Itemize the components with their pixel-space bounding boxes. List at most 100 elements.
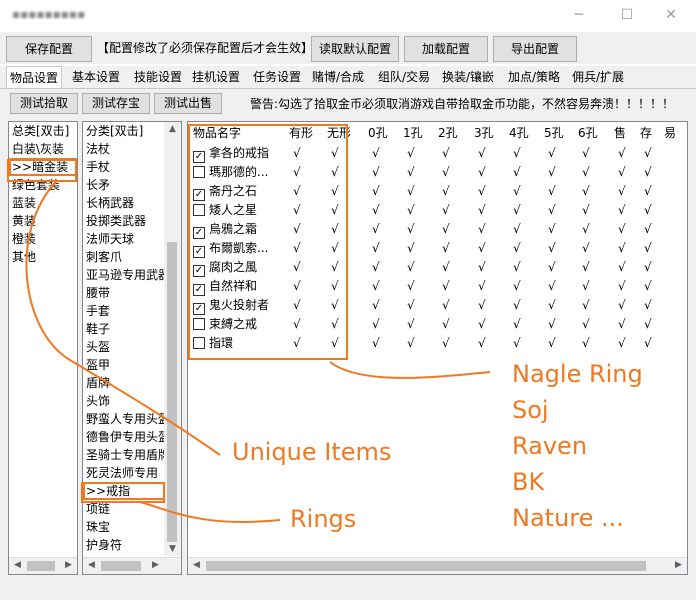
- check-cell[interactable]: √: [293, 163, 301, 181]
- check-cell[interactable]: √: [478, 182, 486, 200]
- check-cell[interactable]: √: [644, 334, 652, 352]
- check-cell[interactable]: √: [582, 201, 590, 219]
- check-cell[interactable]: √: [331, 334, 339, 352]
- scroll-right-icon[interactable]: ▶: [147, 560, 164, 570]
- list-item[interactable]: 鞋子: [83, 320, 165, 338]
- list-item[interactable]: 法杖: [83, 140, 165, 158]
- check-cell[interactable]: √: [478, 258, 486, 276]
- tab-basic[interactable]: 基本设置: [69, 66, 123, 88]
- check-cell[interactable]: √: [513, 201, 521, 219]
- column-header[interactable]: 物品名字: [193, 124, 241, 142]
- check-cell[interactable]: √: [442, 239, 450, 257]
- tab-equip[interactable]: 换装/镶嵌: [439, 66, 497, 88]
- check-cell[interactable]: √: [372, 201, 380, 219]
- check-cell[interactable]: √: [293, 182, 301, 200]
- check-cell[interactable]: √: [293, 258, 301, 276]
- check-cell[interactable]: √: [478, 296, 486, 314]
- tab-party[interactable]: 组队/交易: [375, 66, 433, 88]
- item-checkbox[interactable]: ✓: [193, 189, 205, 201]
- list-item[interactable]: 绿色套装: [9, 176, 77, 194]
- list-item[interactable]: 白装\灰装: [9, 140, 77, 158]
- column-header[interactable]: 6孔: [578, 124, 598, 142]
- item-checkbox[interactable]: ✓: [193, 265, 205, 277]
- table-row[interactable]: ✓ 鬼火投射者 √ √ √ √ √ √ √ √ √ √ √: [188, 296, 687, 315]
- check-cell[interactable]: √: [331, 201, 339, 219]
- check-cell[interactable]: √: [618, 182, 626, 200]
- check-cell[interactable]: √: [372, 277, 380, 295]
- check-cell[interactable]: √: [372, 163, 380, 181]
- check-cell[interactable]: √: [331, 144, 339, 162]
- check-cell[interactable]: √: [331, 315, 339, 333]
- scroll-right-icon[interactable]: ▶: [670, 560, 687, 570]
- check-cell[interactable]: √: [644, 315, 652, 333]
- check-cell[interactable]: √: [407, 296, 415, 314]
- table-row[interactable]: 瑪那德的... √ √ √ √ √ √ √ √ √ √ √: [188, 163, 687, 181]
- column-header[interactable]: 4孔: [509, 124, 529, 142]
- tab-gamble[interactable]: 赌博/合成: [309, 66, 367, 88]
- item-checkbox[interactable]: ✓: [193, 246, 205, 258]
- test-sell-button[interactable]: 测试出售: [154, 93, 222, 114]
- check-cell[interactable]: √: [548, 220, 556, 238]
- check-cell[interactable]: √: [478, 315, 486, 333]
- vertical-scrollbar[interactable]: ▲ ▼: [164, 122, 181, 556]
- check-cell[interactable]: √: [293, 277, 301, 295]
- list-item[interactable]: >>戒指: [83, 482, 165, 500]
- check-cell[interactable]: √: [293, 220, 301, 238]
- test-stash-button[interactable]: 测试存宝: [82, 93, 150, 114]
- scroll-left-icon[interactable]: ◀: [9, 560, 26, 570]
- check-cell[interactable]: √: [582, 144, 590, 162]
- scroll-down-icon[interactable]: ▼: [164, 544, 181, 554]
- load-config-button[interactable]: 加载配置: [404, 36, 488, 62]
- check-cell[interactable]: √: [582, 239, 590, 257]
- check-cell[interactable]: √: [407, 201, 415, 219]
- column-header[interactable]: 有形: [289, 124, 313, 142]
- tab-quests[interactable]: 任务设置: [250, 66, 304, 88]
- check-cell[interactable]: √: [644, 239, 652, 257]
- check-cell[interactable]: √: [407, 163, 415, 181]
- scroll-thumb[interactable]: [167, 242, 177, 542]
- check-cell[interactable]: √: [331, 220, 339, 238]
- table-row[interactable]: 矮人之星 √ √ √ √ √ √ √ √ √ √ √: [188, 201, 687, 219]
- check-cell[interactable]: √: [513, 277, 521, 295]
- check-cell[interactable]: √: [372, 182, 380, 200]
- check-cell[interactable]: √: [331, 182, 339, 200]
- check-cell[interactable]: √: [618, 239, 626, 257]
- column-header[interactable]: 1孔: [403, 124, 423, 142]
- check-cell[interactable]: √: [644, 296, 652, 314]
- check-cell[interactable]: √: [442, 296, 450, 314]
- item-name-cell[interactable]: ✓ 鬼火投射者: [193, 296, 269, 315]
- check-cell[interactable]: √: [582, 296, 590, 314]
- check-cell[interactable]: √: [442, 182, 450, 200]
- check-cell[interactable]: √: [372, 239, 380, 257]
- check-cell[interactable]: √: [548, 239, 556, 257]
- tab-items[interactable]: 物品设置: [6, 66, 63, 88]
- check-cell[interactable]: √: [513, 315, 521, 333]
- check-cell[interactable]: √: [478, 144, 486, 162]
- check-cell[interactable]: √: [582, 315, 590, 333]
- check-cell[interactable]: √: [618, 201, 626, 219]
- item-name-cell[interactable]: ✓ 腐肉之風: [193, 258, 257, 277]
- tab-merc[interactable]: 佣兵/扩展: [569, 66, 627, 88]
- check-cell[interactable]: √: [407, 182, 415, 200]
- column-header[interactable]: 0孔: [368, 124, 388, 142]
- table-row[interactable]: 指環 √ √ √ √ √ √ √ √ √ √ √: [188, 334, 687, 352]
- list-item[interactable]: 圣骑士专用盾牌: [83, 446, 165, 464]
- item-name-cell[interactable]: ✓ 布爾凱索...: [193, 239, 268, 258]
- check-cell[interactable]: √: [293, 296, 301, 314]
- check-cell[interactable]: √: [442, 201, 450, 219]
- check-cell[interactable]: √: [513, 334, 521, 352]
- list-item[interactable]: 法师天球: [83, 230, 165, 248]
- check-cell[interactable]: √: [582, 182, 590, 200]
- check-cell[interactable]: √: [644, 220, 652, 238]
- item-name-cell[interactable]: 指環: [193, 334, 233, 352]
- table-row[interactable]: ✓ 腐肉之風 √ √ √ √ √ √ √ √ √ √ √: [188, 258, 687, 277]
- item-checkbox[interactable]: ✓: [193, 284, 205, 296]
- check-cell[interactable]: √: [513, 163, 521, 181]
- column-header[interactable]: 3孔: [474, 124, 494, 142]
- category-sub-list[interactable]: 分类[双击] 法杖 手杖 长矛 长柄武器 投掷类武器 法师天球 刺客爪 亚马逊专…: [82, 121, 182, 575]
- item-name-cell[interactable]: ✓ 自然祥和: [193, 277, 257, 296]
- check-cell[interactable]: √: [618, 144, 626, 162]
- column-header[interactable]: 售: [614, 124, 626, 142]
- horizontal-scrollbar[interactable]: ◀ ▶: [188, 557, 687, 574]
- item-checkbox[interactable]: [193, 204, 205, 216]
